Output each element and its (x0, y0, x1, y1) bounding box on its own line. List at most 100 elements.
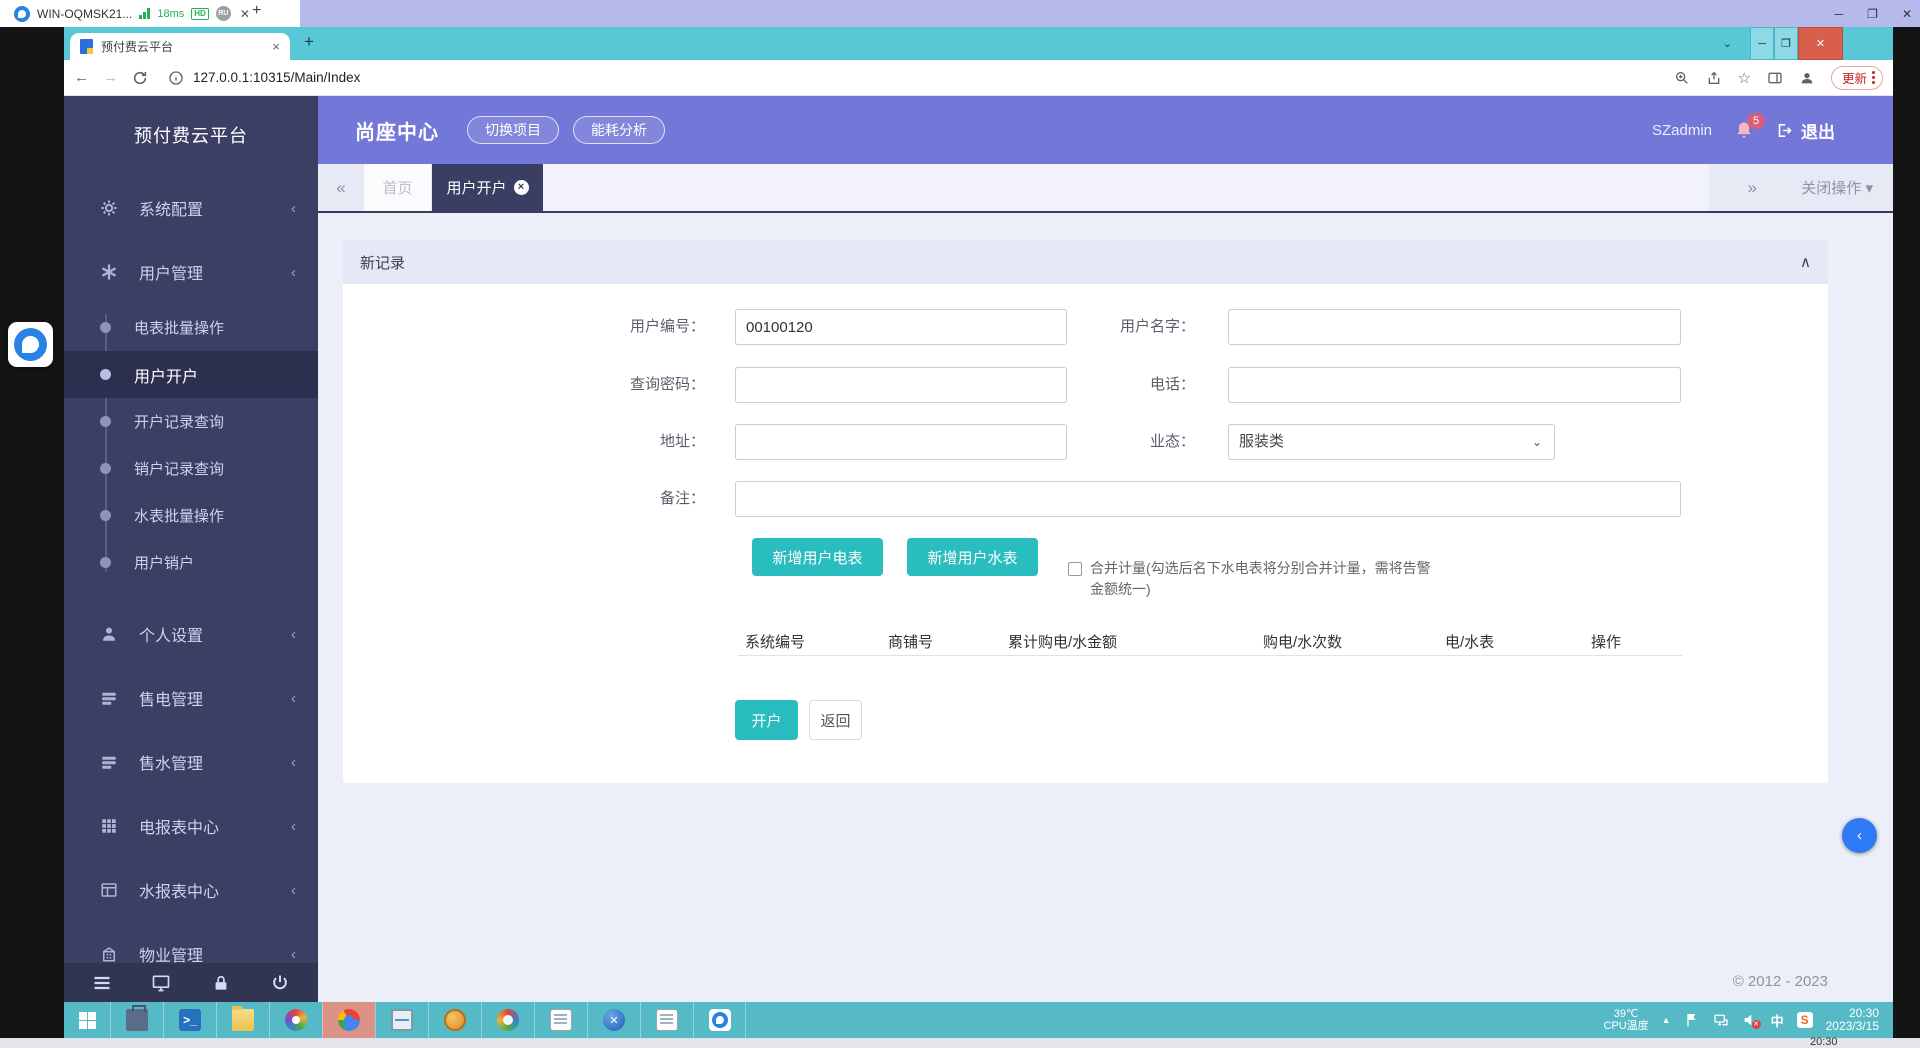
host-restore-button[interactable]: ❐ (1867, 7, 1878, 21)
sogou-input-icon[interactable]: S (1797, 1012, 1813, 1028)
sidebar-item-close-record-query[interactable]: 销户记录查询 (64, 445, 318, 492)
taskbar-notepad-app[interactable] (534, 1002, 587, 1038)
taskbar-powershell-app[interactable]: >_ (163, 1002, 216, 1038)
remote-session-tab[interactable]: WIN-OQMSK21... 18ms HD RU ✕ (8, 0, 256, 27)
host-minimize-button[interactable]: ─ (1835, 7, 1844, 21)
taskbar-notepad2-app[interactable] (640, 1002, 693, 1038)
taskbar-toolbox-app[interactable] (110, 1002, 163, 1038)
chrome-menu-caret-icon[interactable]: ⌄ (1723, 37, 1732, 50)
open-account-button[interactable]: 开户 (735, 700, 798, 740)
merge-metering-checkbox[interactable] (1068, 562, 1082, 576)
meters-table-header: 系统编号 商铺号 累计购电/水金额 购电/水次数 电/水表 操作 (738, 624, 1682, 656)
url-bar[interactable]: 127.0.0.1:10315/Main/Index (168, 70, 360, 86)
volume-muted-icon[interactable]: ✕ (1742, 1012, 1758, 1028)
panel-collapse-icon[interactable]: ∧ (1800, 253, 1811, 271)
sidebar-item-water-sales[interactable]: 售水管理 ‹ (64, 730, 318, 794)
query-password-label: 查询密码： (505, 367, 705, 403)
edge-collapse-handle[interactable]: ‹ (1842, 818, 1877, 853)
update-label: 更新 (1842, 68, 1867, 87)
info-icon[interactable] (168, 70, 184, 86)
flag-icon[interactable] (1684, 1012, 1700, 1028)
sidebar-item-water-batch-ops[interactable]: 水表批量操作 (64, 492, 318, 539)
person-icon (100, 625, 118, 643)
taskbar-media-app[interactable] (481, 1002, 534, 1038)
monitor-icon[interactable] (151, 973, 171, 993)
sidebar-item-user-open-account[interactable]: 用户开户 (64, 351, 318, 398)
sidebar-item-open-record-query[interactable]: 开户记录查询 (64, 398, 318, 445)
side-panel-icon[interactable] (1767, 70, 1783, 86)
close-operations-dropdown[interactable]: 关闭操作 ▾ (1801, 177, 1873, 198)
profile-avatar-icon[interactable] (1799, 70, 1815, 86)
add-electric-meter-button[interactable]: 新增用户电表 (752, 538, 883, 576)
logout-button[interactable]: 退出 (1776, 118, 1835, 143)
chrome-minimize-button[interactable]: ─ (1750, 27, 1774, 60)
taskbar-todesk-app[interactable] (693, 1002, 746, 1038)
chrome-close-button[interactable]: ✕ (1798, 27, 1843, 60)
scroll-tabs-right-icon[interactable]: » (1729, 178, 1775, 198)
sidebar-item-electric-reports[interactable]: 电报表中心 ‹ (64, 794, 318, 858)
scroll-tabs-left-icon[interactable]: « (318, 164, 364, 211)
taskbar-admin-tools[interactable]: ✕ (587, 1002, 640, 1038)
tab-user-open-account[interactable]: 用户开户 × (432, 164, 543, 211)
add-water-meter-button[interactable]: 新增用户水表 (907, 538, 1038, 576)
taskbar-clock[interactable]: 20:30 2023/3/15 (1826, 1007, 1879, 1033)
zoom-icon[interactable] (1674, 70, 1690, 86)
power-icon[interactable] (270, 973, 290, 993)
todesk-floating-button[interactable] (8, 322, 53, 367)
remark-input[interactable] (735, 481, 1681, 517)
taskbar-settings-app[interactable] (428, 1002, 481, 1038)
start-button[interactable] (64, 1002, 110, 1038)
business-type-select[interactable]: 服装类 ⌄ (1228, 424, 1555, 460)
taskbar-chrome-active[interactable] (322, 1002, 375, 1038)
table-icon (100, 881, 118, 899)
taskbar-monitor-app[interactable] (375, 1002, 428, 1038)
url-text[interactable]: 127.0.0.1:10315/Main/Index (193, 70, 360, 85)
tab-home[interactable]: 首页 (364, 164, 432, 211)
back-button[interactable]: 返回 (809, 700, 862, 740)
sidebar-item-system-config[interactable]: 系统配置 ‹ (64, 176, 318, 240)
switch-project-button[interactable]: 切换项目 (467, 116, 559, 144)
account-badge[interactable]: RU (216, 6, 231, 21)
sidebar-item-user-management[interactable]: 用户管理 ‹ (64, 240, 318, 304)
host-close-button[interactable]: ✕ (1902, 7, 1912, 21)
favicon (80, 39, 93, 54)
sidebar-item-personal-settings[interactable]: 个人设置 ‹ (64, 602, 318, 666)
taskbar-file-explorer[interactable] (216, 1002, 269, 1038)
bookmark-star-icon[interactable]: ☆ (1738, 69, 1751, 87)
taskbar-browser-app[interactable] (269, 1002, 322, 1038)
sidebar-submenu: 电表批量操作 用户开户 开户记录查询 销户记录查询 (64, 304, 318, 586)
sidebar-item-water-reports[interactable]: 水报表中心 ‹ (64, 858, 318, 922)
ime-indicator[interactable]: 中 (1771, 1011, 1784, 1030)
reload-icon[interactable] (132, 70, 148, 86)
tab-close-icon[interactable]: × (514, 180, 529, 195)
bell-icon[interactable]: 5 (1734, 120, 1754, 140)
close-session-icon[interactable]: ✕ (240, 7, 250, 21)
sidebar-item-electric-sales[interactable]: 售电管理 ‹ (64, 666, 318, 730)
remote-new-tab-button[interactable]: + (252, 2, 261, 20)
chrome-update-button[interactable]: 更新 (1831, 66, 1883, 90)
content-area: 新记录 ∧ 用户编号： 用户名字： 查询密码： 电话： 地址： (318, 213, 1893, 1002)
chrome-tab[interactable]: 预付费云平台 × (70, 33, 290, 60)
hamburger-menu-icon[interactable] (92, 973, 112, 993)
sidebar-item-meter-batch-ops[interactable]: 电表批量操作 (64, 304, 318, 351)
hd-quality-badge[interactable]: HD (191, 8, 209, 20)
kebab-menu-icon[interactable] (1872, 71, 1875, 84)
sidebar-item-user-close-account[interactable]: 用户销户 (64, 539, 318, 586)
chrome-new-tab-button[interactable]: + (304, 32, 314, 52)
tray-expand-icon[interactable]: ▲ (1662, 1015, 1671, 1025)
phone-input[interactable] (1228, 367, 1681, 403)
network-icon[interactable] (1713, 1012, 1729, 1028)
grid-icon (100, 817, 118, 835)
chrome-tab-close-icon[interactable]: × (272, 39, 280, 54)
new-record-panel: 新记录 ∧ 用户编号： 用户名字： 查询密码： 电话： 地址： (343, 240, 1828, 783)
energy-analysis-button[interactable]: 能耗分析 (573, 116, 665, 144)
forward-icon[interactable]: → (103, 69, 118, 86)
user-name-input[interactable] (1228, 309, 1681, 345)
share-icon[interactable] (1706, 70, 1722, 86)
back-icon[interactable]: ← (74, 69, 89, 86)
chrome-restore-button[interactable]: ❐ (1774, 27, 1798, 60)
lock-icon[interactable] (211, 973, 231, 993)
copyright: © 2012 - 2023 (1733, 973, 1828, 990)
gear-icon (100, 199, 118, 217)
chevron-left-icon: ‹ (1857, 827, 1862, 844)
